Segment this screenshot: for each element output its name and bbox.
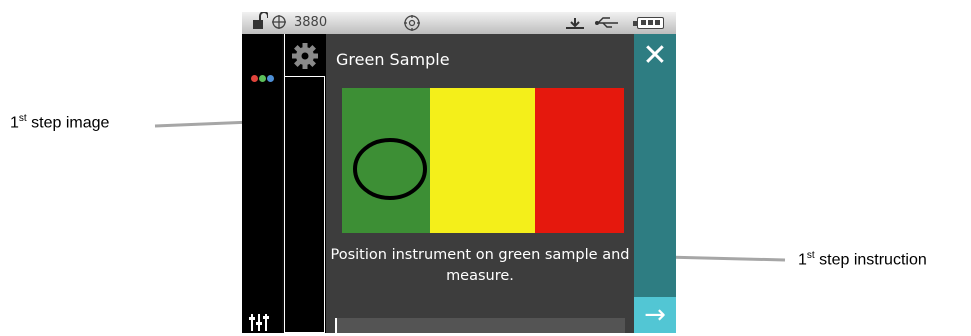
menu-dot-green[interactable] <box>259 75 266 82</box>
next-button[interactable]: → <box>634 297 676 333</box>
close-button[interactable]: ✕ <box>634 34 676 78</box>
usb-icon <box>594 12 620 34</box>
right-nav-bar: ✕ → <box>634 34 676 333</box>
settings-panel-frame <box>285 76 325 333</box>
settings-column <box>284 34 326 333</box>
page-title: Green Sample <box>336 50 450 69</box>
unlock-icon <box>252 11 269 34</box>
menu-dot-red[interactable] <box>251 75 258 82</box>
step-instruction: Position instrument on green sample and … <box>330 247 630 284</box>
job-step-panel: Green Sample Position instrument on gree… <box>326 34 634 333</box>
battery-icon <box>637 17 664 29</box>
measurement-count: 3880 <box>294 15 328 30</box>
progress-bar <box>335 318 625 333</box>
left-toolbar <box>242 34 282 333</box>
download-icon <box>564 12 586 34</box>
target-icon <box>403 12 421 34</box>
sliders-icon[interactable] <box>248 312 270 336</box>
status-bar: 3880 <box>242 11 676 34</box>
menu-dot-blue[interactable] <box>267 75 274 82</box>
device-screen: 3880 Green Sample Position instrument on… <box>242 11 676 333</box>
gear-icon[interactable] <box>291 42 319 74</box>
target-ring <box>353 138 427 200</box>
crosshair-small-icon <box>271 12 287 34</box>
step-image <box>342 88 624 233</box>
